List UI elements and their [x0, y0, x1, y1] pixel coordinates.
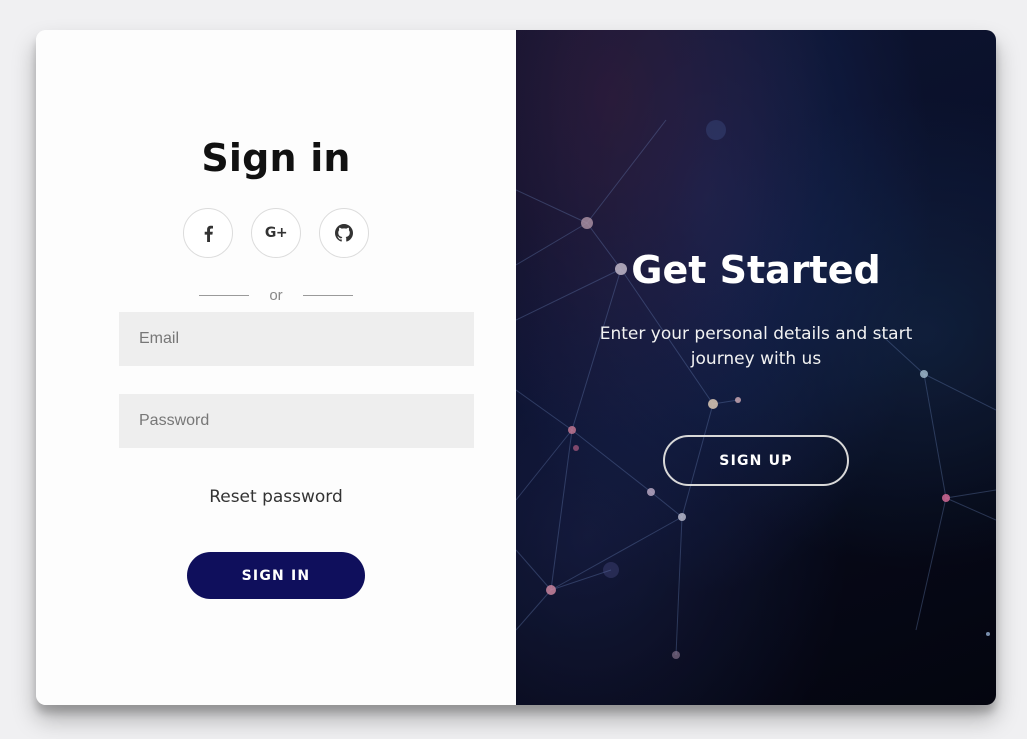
social-login-group: G+	[183, 208, 369, 258]
google-plus-icon: G+	[264, 225, 288, 241]
google-plus-login-button[interactable]: G+	[251, 208, 301, 258]
signin-title: Sign in	[201, 136, 351, 180]
password-field[interactable]	[119, 394, 474, 448]
signup-panel: Get Started Enter your personal details …	[516, 30, 996, 705]
email-field[interactable]	[119, 312, 474, 366]
auth-card: Sign in G+ or Reset password	[36, 30, 996, 705]
get-started-subtitle: Enter your personal details and start jo…	[599, 324, 913, 369]
reset-password-link[interactable]: Reset password	[36, 487, 516, 507]
divider-line-right	[303, 295, 353, 296]
or-divider: or	[199, 287, 353, 305]
facebook-login-button[interactable]	[183, 208, 233, 258]
signin-panel: Sign in G+ or Reset password	[36, 30, 516, 705]
get-started-title: Get Started	[631, 248, 881, 292]
signin-button[interactable]: SIGN IN	[187, 552, 365, 599]
github-icon	[335, 224, 353, 242]
signup-button[interactable]: SIGN UP	[663, 435, 849, 486]
facebook-icon	[204, 225, 213, 242]
github-login-button[interactable]	[319, 208, 369, 258]
